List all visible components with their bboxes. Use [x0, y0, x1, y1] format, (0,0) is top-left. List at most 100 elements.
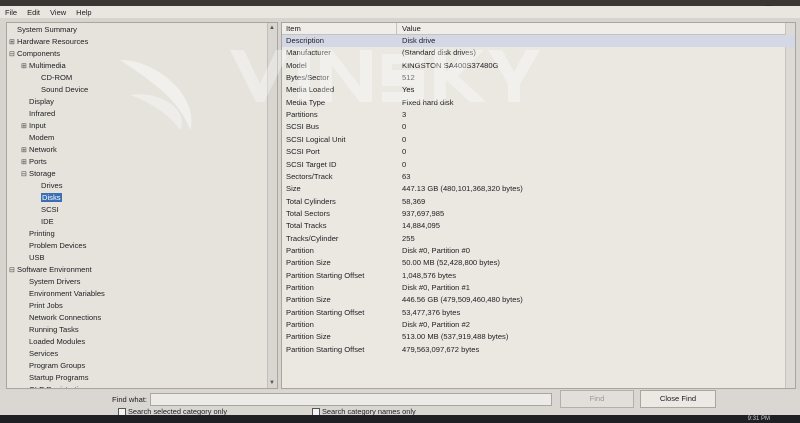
tree-item[interactable]: Disks	[33, 192, 62, 203]
row-value: 3	[402, 110, 407, 120]
list-row[interactable]: Sectors/Track 63	[282, 171, 795, 183]
tree-item[interactable]: Sound Device	[33, 84, 88, 95]
tree-item-label: CD-ROM	[41, 73, 73, 82]
row-item: Partition	[286, 283, 314, 292]
tree-item-label: Disks	[41, 193, 62, 202]
collapse-icon[interactable]: ⊟	[21, 169, 29, 180]
menu-edit[interactable]: Edit	[27, 8, 40, 17]
tree-item[interactable]: Infrared	[21, 108, 55, 119]
tree-item-label: Problem Devices	[29, 241, 87, 250]
list-row[interactable]: Partition Size 50.00 MB (52,428,800 bytes…	[282, 257, 795, 269]
scroll-up-icon[interactable]: ▲	[269, 25, 275, 31]
tree-item[interactable]: SCSI	[33, 204, 59, 215]
find-input[interactable]	[150, 393, 552, 406]
list-row[interactable]: Partition Disk #0, Partition #1	[282, 282, 795, 294]
tree-item[interactable]: USB	[21, 252, 45, 263]
row-item: Total Cylinders	[286, 196, 336, 206]
list-row[interactable]: Partition Disk #0, Partition #2	[282, 319, 795, 331]
row-value: (Standard disk drives)	[402, 48, 476, 58]
tree-item[interactable]: ⊟ Components	[9, 48, 60, 59]
list-row[interactable]: Media Type Fixed hard disk	[282, 97, 795, 109]
list-row[interactable]: Description Disk drive	[282, 35, 795, 48]
tree-item[interactable]: ⊞ Multimedia	[21, 60, 66, 71]
list-row[interactable]: Partition Size 513.00 MB (537,919,488 byt…	[282, 331, 795, 343]
tree-item[interactable]: CD-ROM	[33, 72, 72, 83]
tree-item[interactable]: System Summary	[9, 24, 77, 35]
expand-icon[interactable]: ⊞	[21, 61, 29, 72]
find-label: Find what:	[112, 395, 148, 404]
tree-item[interactable]: System Drivers	[21, 276, 80, 287]
row-item: Partition Starting Offset	[286, 307, 365, 317]
tree-item[interactable]: Loaded Modules	[21, 336, 85, 347]
list-row[interactable]: Tracks/Cylinder 255	[282, 233, 795, 245]
menu-file[interactable]: File	[5, 8, 17, 17]
tree-scrollbar[interactable]: ▲ ▼	[267, 23, 277, 388]
list-row[interactable]: Bytes/Sector 512	[282, 72, 795, 84]
list-row[interactable]: Model KINGSTON SA400S37480G	[282, 60, 795, 72]
tree-item[interactable]: ⊞ Input	[21, 120, 46, 131]
list-row[interactable]: Media Loaded Yes	[282, 84, 795, 96]
column-separator[interactable]	[396, 23, 397, 34]
list-row[interactable]: SCSI Target ID 0	[282, 159, 795, 171]
tree-item[interactable]: ⊟ Storage	[21, 168, 56, 179]
tree-item[interactable]: Services	[21, 348, 58, 359]
taskbar: 9:31 PM	[0, 415, 800, 423]
tree-item[interactable]: Network Connections	[21, 312, 101, 323]
list-row[interactable]: Manufacturer (Standard disk drives)	[282, 47, 795, 59]
menu-view[interactable]: View	[50, 8, 66, 17]
row-item: Partition	[286, 245, 314, 255]
tree-item-label: Sound Device	[41, 85, 89, 94]
tree-item[interactable]: ⊟ Software Environment	[9, 264, 92, 275]
tree-item-label: Running Tasks	[29, 325, 79, 334]
list-row[interactable]: SCSI Port 0	[282, 146, 795, 158]
list-row[interactable]: Total Sectors 937,697,985	[282, 208, 795, 220]
tree-item[interactable]: Running Tasks	[21, 324, 79, 335]
list-row[interactable]: Partition Starting Offset 479,563,097,672…	[282, 344, 795, 356]
tree-item[interactable]: Problem Devices	[21, 240, 86, 251]
row-item: SCSI Port	[286, 147, 320, 157]
collapse-icon[interactable]: ⊟	[9, 49, 17, 60]
collapse-icon[interactable]: ⊟	[9, 265, 17, 276]
tree-item[interactable]: Printing	[21, 228, 55, 239]
tree-item[interactable]: ⊞ Hardware Resources	[9, 36, 88, 47]
list-row[interactable]: Partition Starting Offset 1,048,576 bytes	[282, 270, 795, 282]
tree-item-label: Startup Programs	[29, 373, 89, 382]
tree-item[interactable]: OLE Registration	[21, 384, 87, 388]
list-row[interactable]: Total Cylinders 58,369	[282, 196, 795, 208]
expand-icon[interactable]: ⊞	[9, 37, 17, 48]
tree-item[interactable]: ⊞ Network	[21, 144, 57, 155]
expand-icon[interactable]: ⊞	[21, 157, 29, 168]
close-find-button[interactable]: Close Find	[640, 390, 716, 408]
row-value: 255	[402, 233, 415, 243]
find-button[interactable]: Find	[560, 390, 634, 408]
tree-item[interactable]: Program Groups	[21, 360, 85, 371]
tree-item-label: System Drivers	[29, 277, 81, 286]
tree-item-label: Software Environment	[17, 265, 92, 274]
scroll-down-icon[interactable]: ▼	[269, 380, 275, 386]
tree-item[interactable]: IDE	[33, 216, 54, 227]
list-row[interactable]: Partition Size 446.56 GB (479,509,460,480…	[282, 294, 795, 306]
menu-help[interactable]: Help	[76, 8, 91, 17]
list-row[interactable]: SCSI Logical Unit 0	[282, 134, 795, 146]
tree-item[interactable]: ⊞ Ports	[21, 156, 47, 167]
list-row[interactable]: Partitions 3	[282, 109, 795, 121]
header-value[interactable]: Value	[402, 23, 421, 34]
list-row[interactable]: SCSI Bus 0	[282, 121, 795, 133]
header-item[interactable]: Item	[286, 23, 301, 34]
expand-icon[interactable]: ⊞	[21, 121, 29, 132]
list-row[interactable]: Total Tracks 14,884,095	[282, 220, 795, 232]
tree-item[interactable]: Display	[21, 96, 54, 107]
tree-item[interactable]: Environment Variables	[21, 288, 105, 299]
list-row[interactable]: Partition Starting Offset 53,477,376 byte…	[282, 307, 795, 319]
tree-item-label: Network Connections	[29, 313, 102, 322]
tree-item[interactable]: Print Jobs	[21, 300, 63, 311]
expand-icon[interactable]: ⊞	[21, 145, 29, 156]
tree-item[interactable]: Modem	[21, 132, 54, 143]
tree-item[interactable]: Drives	[33, 180, 63, 191]
row-value: Disk #0, Partition #2	[402, 320, 470, 330]
row-value: 0	[402, 134, 407, 144]
list-row[interactable]: Size 447.13 GB (480,101,368,320 bytes)	[282, 183, 795, 195]
tree-item[interactable]: Startup Programs	[21, 372, 89, 383]
row-item: Partition Starting Offset	[286, 344, 365, 354]
list-row[interactable]: Partition Disk #0, Partition #0	[282, 245, 795, 257]
